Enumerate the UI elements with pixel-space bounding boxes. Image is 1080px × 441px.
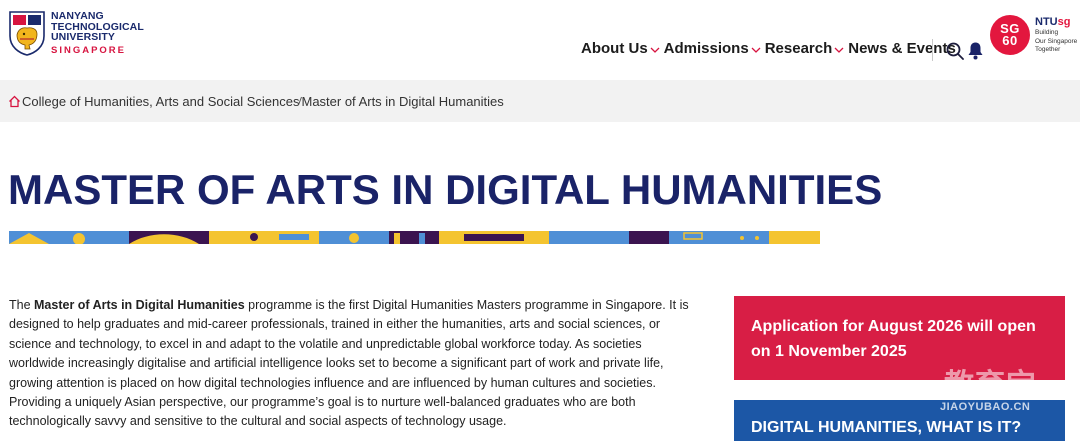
logo-line-1: NANYANG xyxy=(51,10,104,22)
intro-paragraph: The Master of Arts in Digital Humanities… xyxy=(9,296,699,432)
chevron-down-icon xyxy=(751,47,761,53)
nav-item-about-us[interactable]: About Us xyxy=(581,40,660,57)
nav-item-admissions[interactable]: Admissions xyxy=(664,40,761,57)
chevron-down-icon xyxy=(834,47,844,53)
nav-item-news-events[interactable]: News & Events xyxy=(848,40,956,57)
sg60-badge[interactable]: SG 60 xyxy=(990,15,1030,55)
ntusg-logo[interactable]: NTUsg Building Our Singapore Together xyxy=(1035,16,1080,54)
digital-humanities-card-title: DIGITAL HUMANITIES, WHAT IS IT? xyxy=(751,419,1022,436)
ntu-logo[interactable]: NANYANG TECHNOLOGICAL UNIVERSITY SINGAPO… xyxy=(8,10,144,57)
nav-item-research[interactable]: Research xyxy=(765,40,845,57)
programme-name: Master of Arts in Digital Humanities xyxy=(34,298,245,312)
ntusg-tagline-1: Building xyxy=(1035,29,1059,36)
site-header: NANYANG TECHNOLOGICAL UNIVERSITY SINGAPO… xyxy=(0,0,1080,80)
digital-humanities-card[interactable]: DIGITAL HUMANITIES, WHAT IS IT? xyxy=(734,400,1065,441)
ntusg-tagline-2: Our Singapore xyxy=(1035,37,1078,45)
ntusg-title: NTUsg xyxy=(1035,16,1080,28)
page-title: MASTER OF ARTS IN DIGITAL HUMANITIES xyxy=(8,166,883,213)
logo-line-4: SINGAPORE xyxy=(51,44,127,56)
banner-image xyxy=(9,231,820,244)
breadcrumb-item-current: Master of Arts in Digital Humanities xyxy=(301,93,504,109)
application-notice-text: Application for August 2026 will open on… xyxy=(751,318,1036,360)
home-icon[interactable] xyxy=(8,95,21,108)
sg60-line-2: 60 xyxy=(1002,33,1018,48)
chevron-down-icon xyxy=(650,47,660,53)
main-nav: About Us Admissions Research News & Even… xyxy=(581,40,956,57)
ntusg-tagline-3: Together xyxy=(1035,46,1061,53)
nav-divider xyxy=(932,39,933,61)
application-notice-card: Application for August 2026 will open on… xyxy=(734,296,1065,380)
nav-item-label: News & Events xyxy=(848,40,956,57)
bell-icon[interactable] xyxy=(967,41,984,60)
ntusg-title-suffix: sg xyxy=(1057,16,1071,28)
logo-line-3: UNIVERSITY xyxy=(51,31,116,43)
nav-item-label: Research xyxy=(764,40,833,57)
search-icon[interactable] xyxy=(946,42,964,60)
breadcrumb-item-college[interactable]: College of Humanities, Arts and Social S… xyxy=(22,94,299,109)
intro-text-post: programme is the first Digital Humanitie… xyxy=(9,298,689,429)
nav-item-label: Admissions xyxy=(663,40,749,57)
ntusg-title-prefix: NTU xyxy=(1035,16,1058,28)
intro-text-pre: The xyxy=(9,298,35,312)
nav-item-label: About Us xyxy=(581,40,648,57)
breadcrumb: College of Humanities, Arts and Social S… xyxy=(0,80,1080,122)
ntu-crest-icon xyxy=(9,11,45,56)
